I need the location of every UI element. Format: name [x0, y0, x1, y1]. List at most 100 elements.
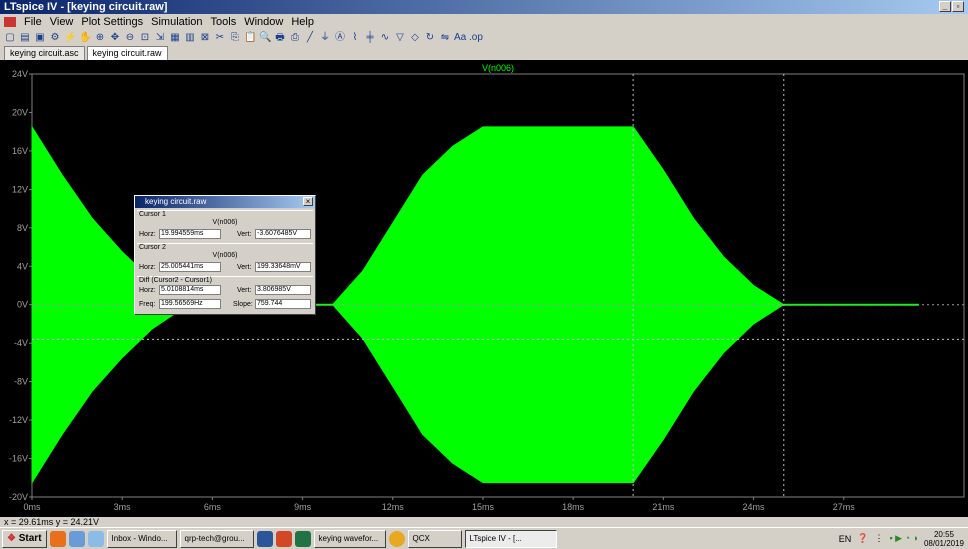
x-tick-label: 12ms — [382, 502, 405, 512]
status-bar: x = 29.61ms y = 24.21V — [0, 517, 968, 527]
component-icon[interactable]: ◇ — [409, 32, 421, 44]
explorer-quicklaunch-icon[interactable] — [68, 530, 85, 547]
excel-icon[interactable] — [294, 530, 311, 547]
minimize-button[interactable]: _ — [939, 1, 951, 12]
x-tick-label: 3ms — [114, 502, 132, 512]
taskbar-item-qrp-tech[interactable]: qrp-tech@grou... — [179, 529, 254, 548]
y-tick-label: -20V — [9, 492, 28, 502]
menu-file[interactable]: File — [24, 16, 42, 28]
control-panel-icon[interactable]: ⚙ — [49, 32, 61, 44]
run-icon[interactable]: ⚡ — [64, 32, 76, 44]
tile-icon[interactable]: ▦ — [169, 32, 181, 44]
help-icon[interactable]: ❓ — [857, 533, 868, 544]
pan-icon[interactable]: ✥ — [109, 32, 121, 44]
tab-schematic[interactable]: keying circuit.asc — [4, 46, 85, 60]
diff-vert-value[interactable]: 3.806985V — [255, 285, 311, 295]
new-schematic-icon[interactable]: ▢ — [4, 32, 16, 44]
cursor2-horz-value[interactable]: 25.005441ms — [159, 262, 221, 272]
tab-waveform[interactable]: keying circuit.raw — [86, 46, 168, 60]
clock[interactable]: 20:55 08/01/2019 — [924, 530, 964, 548]
cursor1-horz-label: Horz: — [139, 231, 156, 238]
cursor1-horz-value[interactable]: 19.994559ms — [159, 229, 221, 239]
find-icon[interactable]: 🔍 — [259, 32, 271, 44]
zoom-out-icon[interactable]: ⊖ — [124, 32, 136, 44]
zoom-fit-icon[interactable]: ⊡ — [139, 32, 151, 44]
print-icon[interactable]: ⎙ — [289, 32, 301, 44]
powerpoint-icon[interactable] — [275, 530, 292, 547]
diff-vert-label: Vert: — [237, 287, 252, 294]
autorange-icon[interactable]: ⇲ — [154, 32, 166, 44]
ground-icon[interactable]: ⏚ — [319, 32, 331, 44]
diff-horz-label: Horz: — [139, 287, 156, 294]
close-window-icon[interactable]: ⊠ — [199, 32, 211, 44]
taskbar-item-inbox[interactable]: Inbox - Windo... — [106, 529, 177, 548]
open-icon[interactable]: ▤ — [19, 32, 31, 44]
document-tabs: keying circuit.asc keying circuit.raw — [0, 46, 968, 60]
dialog-title: keying circuit.raw — [145, 197, 207, 206]
chrome-icon[interactable] — [388, 530, 405, 547]
inductor-icon[interactable]: ∿ — [379, 32, 391, 44]
visio-icon[interactable] — [256, 530, 273, 547]
cursor1-group: Cursor 1 V(n006) Horz: 19.994559ms Vert:… — [137, 210, 313, 242]
windows-taskbar: ❖ Start Inbox - Windo... qrp-tech@grou..… — [0, 527, 968, 549]
diff-group: Diff (Cursor2 - Cursor1) Horz: 5.0108814… — [137, 276, 313, 314]
menu-window[interactable]: Window — [244, 16, 283, 28]
text-icon[interactable]: Aa — [454, 32, 466, 44]
network-icon[interactable]: ⋮ — [874, 533, 883, 544]
print-setup-icon[interactable]: 🖶 — [274, 32, 286, 44]
label-icon[interactable]: Ⓐ — [334, 32, 346, 44]
diff-horz-value[interactable]: 5.0108814ms — [159, 285, 221, 295]
language-indicator[interactable]: EN — [839, 534, 852, 544]
zoom-in-icon[interactable]: ⊕ — [94, 32, 106, 44]
taskbar-item-ltspice[interactable]: LTspice IV - [... — [464, 529, 557, 548]
tray-app-icons[interactable]: ▪ ▶ ◔ ◑ — [889, 533, 918, 544]
y-tick-label: 8V — [17, 223, 28, 233]
restore-button[interactable]: ▫ — [952, 1, 964, 12]
clock-date: 08/01/2019 — [923, 538, 964, 548]
start-button[interactable]: ❖ Start — [2, 529, 47, 548]
diff-slope-value[interactable]: 759.744 — [255, 299, 311, 309]
tools-quicklaunch-icon[interactable] — [87, 530, 104, 547]
menu-view[interactable]: View — [50, 16, 74, 28]
cursor-readout-dialog[interactable]: keying circuit.raw × Cursor 1 V(n006) Ho… — [134, 195, 316, 315]
x-tick-label: 18ms — [562, 502, 585, 512]
paste-icon[interactable]: 📋 — [244, 32, 256, 44]
halt-icon[interactable]: ✋ — [79, 32, 91, 44]
dialog-close-button[interactable]: × — [303, 197, 313, 206]
x-tick-label: 15ms — [472, 502, 495, 512]
diff-freq-value[interactable]: 199.56569Hz — [159, 299, 221, 309]
spice-directive-icon[interactable]: .op — [469, 32, 483, 44]
window-title: LTspice IV - [keying circuit.raw] — [4, 1, 168, 13]
diff-freq-label: Freq: — [139, 301, 156, 308]
y-tick-label: -4V — [14, 338, 28, 348]
cascade-icon[interactable]: ▥ — [184, 32, 196, 44]
x-tick-label: 27ms — [833, 502, 856, 512]
menu-plot-settings[interactable]: Plot Settings — [81, 16, 143, 28]
diode-icon[interactable]: ▽ — [394, 32, 406, 44]
taskbar-item-qcx-folder[interactable]: QCX — [407, 529, 462, 548]
rotate-icon[interactable]: ↻ — [424, 32, 436, 44]
menu-bar: File View Plot Settings Simulation Tools… — [0, 14, 968, 30]
x-tick-label: 6ms — [204, 502, 222, 512]
cursor-position-readout: x = 29.61ms y = 24.21V — [4, 517, 100, 527]
cursor1-vert-value[interactable]: -3.6076485V — [255, 229, 311, 239]
menu-simulation[interactable]: Simulation — [151, 16, 202, 28]
menu-tools[interactable]: Tools — [211, 16, 237, 28]
cursor2-vert-value[interactable]: 199.33648mV — [255, 262, 311, 272]
trace-label[interactable]: V(n006) — [482, 63, 514, 73]
copy-icon[interactable]: ⎘ — [229, 32, 241, 44]
y-tick-label: 24V — [12, 69, 28, 79]
x-tick-label: 21ms — [652, 502, 675, 512]
taskbar-item-word-keying[interactable]: keying wavefor... — [313, 529, 386, 548]
menu-help[interactable]: Help — [291, 16, 314, 28]
mirror-icon[interactable]: ⇋ — [439, 32, 451, 44]
cursor1-signal: V(n006) — [212, 219, 238, 226]
save-icon[interactable]: ▣ — [34, 32, 46, 44]
wire-icon[interactable]: ╱ — [304, 32, 316, 44]
outlook-quicklaunch-icon[interactable] — [49, 530, 66, 547]
capacitor-icon[interactable]: ╪ — [364, 32, 376, 44]
waveform-plot-pane[interactable]: 24V 20V 16V 12V 8V 4V 0V -4V -8V -12V -16V -20V 0ms 3… — [0, 60, 968, 517]
resistor-icon[interactable]: ⌇ — [349, 32, 361, 44]
cursor1-label: Cursor 1 — [139, 211, 166, 218]
cut-icon[interactable]: ✂ — [214, 32, 226, 44]
